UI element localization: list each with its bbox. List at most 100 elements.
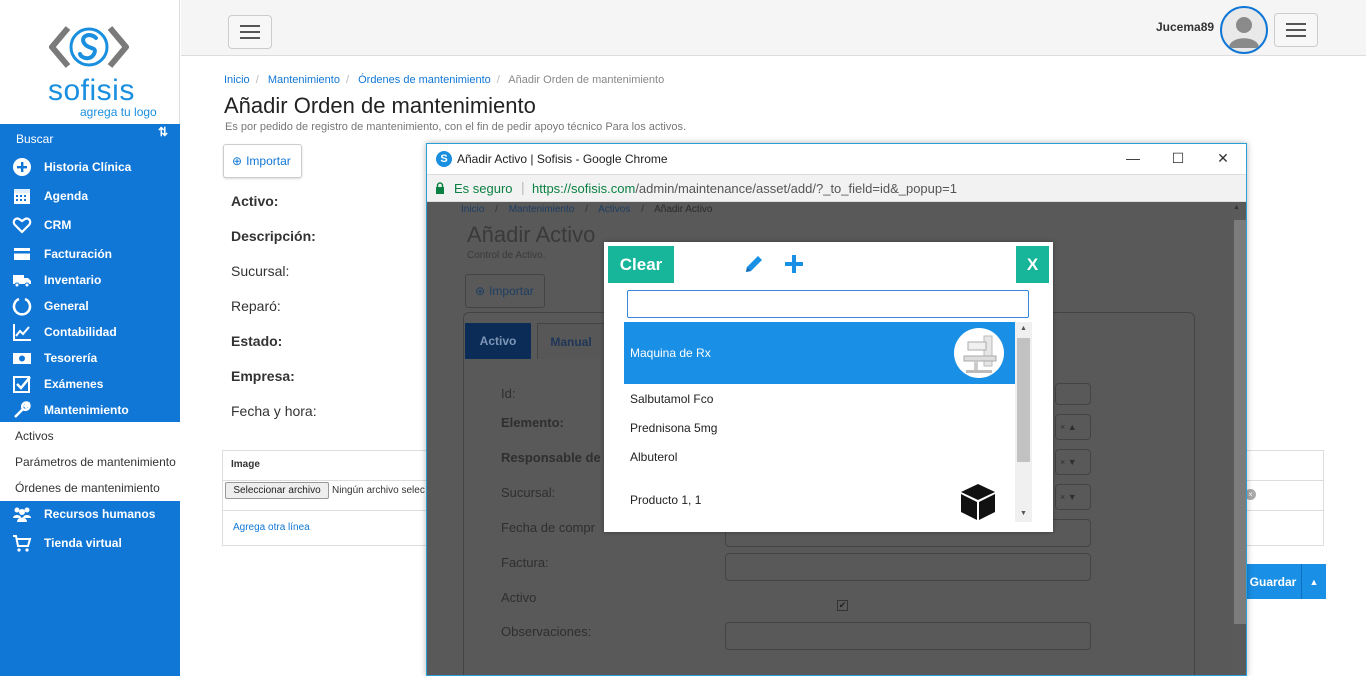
- field-label: Activo:: [231, 193, 279, 209]
- sidebar-item-label: Tienda virtual: [44, 536, 122, 550]
- popup-breadcrumb: Inicio / Mantenimiento / Activos / Añadi…: [461, 204, 713, 215]
- field-label: Reparó:: [231, 298, 281, 314]
- truck-icon: [0, 270, 44, 290]
- sidebar-item-tienda-virtual[interactable]: Tienda virtual: [0, 530, 180, 556]
- field-label: Sucursal:: [231, 263, 290, 279]
- list-item[interactable]: Albuterol: [624, 442, 1015, 471]
- sidebar-item-facturacion[interactable]: Facturación: [0, 241, 180, 267]
- popup-scrollbar-thumb[interactable]: [1234, 220, 1246, 624]
- sidebar-item-examenes[interactable]: Exámenes: [0, 371, 180, 397]
- avatar[interactable]: [1220, 6, 1268, 54]
- minimize-icon[interactable]: —: [1123, 150, 1143, 166]
- username[interactable]: Jucema89: [1156, 20, 1214, 34]
- sidebar-item-mantenimiento[interactable]: Mantenimiento: [0, 397, 180, 423]
- id-field[interactable]: [1055, 383, 1091, 405]
- menu-toggle-button[interactable]: [228, 15, 272, 49]
- logo[interactable]: sofisis agrega tu logo: [0, 0, 180, 124]
- circle-notch-icon: [0, 296, 44, 316]
- import-label: Importar: [246, 154, 291, 168]
- active-checkbox[interactable]: ✔: [837, 600, 848, 611]
- tab-activo[interactable]: Activo: [465, 323, 531, 359]
- breadcrumb-current: Añadir Activo: [654, 204, 713, 215]
- upload-icon: ⊕: [475, 284, 486, 298]
- sidebar-item-crm[interactable]: CRM: [0, 212, 180, 238]
- box-icon: [961, 484, 995, 520]
- sidebar-search[interactable]: Buscar: [16, 132, 53, 146]
- observations-field[interactable]: [725, 622, 1091, 650]
- options-menu-button[interactable]: [1274, 13, 1318, 47]
- branch-select[interactable]: × ▼: [1055, 484, 1091, 510]
- field-label: Elemento:: [501, 415, 564, 430]
- sidebar-item-label: CRM: [44, 218, 72, 232]
- selector-modal: Clear X Maquina de Rx Salbutamol Fco Pre…: [604, 242, 1053, 532]
- field-label: Responsable de: [501, 450, 601, 465]
- scroll-up-arrow-icon[interactable]: ▲: [1015, 325, 1032, 332]
- breadcrumb-link[interactable]: Órdenes de mantenimiento: [358, 74, 491, 86]
- popup-import-button[interactable]: ⊕ Importar: [465, 274, 545, 308]
- sidebar-item-historia-clinica[interactable]: Historia Clínica: [0, 154, 180, 180]
- save-options-button[interactable]: ▲: [1301, 564, 1326, 599]
- sidebar-item-contabilidad[interactable]: Contabilidad: [0, 319, 180, 345]
- submenu-item-ordenes[interactable]: Órdenes de mantenimiento: [0, 475, 180, 501]
- field-label: Fecha y hora:: [231, 403, 317, 419]
- sidebar-item-label: Agenda: [44, 189, 89, 203]
- plus-icon[interactable]: [782, 252, 806, 276]
- save-button[interactable]: Guardar: [1245, 564, 1301, 599]
- responsible-select[interactable]: × ▼: [1055, 449, 1091, 475]
- close-modal-button[interactable]: X: [1016, 246, 1049, 283]
- selector-scrollbar-thumb[interactable]: [1017, 338, 1030, 462]
- breadcrumb-link[interactable]: Mantenimiento: [509, 204, 575, 215]
- breadcrumb-link[interactable]: Mantenimiento: [268, 74, 340, 86]
- selector-search-input[interactable]: [627, 290, 1029, 318]
- file-status: Ningún archivo selec: [332, 485, 425, 496]
- popup-page-subtitle: Control de Activo.: [467, 250, 546, 261]
- list-item[interactable]: Salbutamol Fco: [624, 384, 1015, 413]
- sidebar-item-label: Exámenes: [44, 377, 104, 391]
- cart-icon: [0, 533, 44, 553]
- import-button[interactable]: ⊕ Importar: [223, 144, 302, 178]
- list-item[interactable]: Prednisona 5mg: [624, 413, 1015, 442]
- scroll-up-arrow-icon[interactable]: ▲: [1233, 204, 1240, 211]
- pencil-icon[interactable]: [742, 252, 766, 276]
- user-avatar-icon: [1229, 17, 1259, 48]
- clear-button[interactable]: Clear: [608, 246, 674, 283]
- sidebar-item-general[interactable]: General: [0, 293, 180, 319]
- users-icon: [0, 504, 44, 524]
- address-bar[interactable]: Es seguro | https://sofisis.com/admin/ma…: [427, 174, 1246, 202]
- sidebar-item-label: Tesorería: [44, 351, 98, 365]
- logo-tagline: agrega tu logo: [80, 105, 157, 119]
- money-icon: [0, 348, 44, 368]
- field-label: Empresa:: [231, 368, 295, 384]
- element-select[interactable]: × ▲: [1055, 414, 1091, 440]
- field-label: Estado:: [231, 333, 283, 349]
- sidebar-item-agenda[interactable]: Agenda: [0, 183, 180, 209]
- breadcrumb-link[interactable]: Activos: [598, 204, 630, 215]
- file-select-button[interactable]: Seleccionar archivo: [225, 482, 329, 499]
- sidebar-item-label: Recursos humanos: [44, 507, 156, 521]
- sidebar-item-recursos-humanos[interactable]: Recursos humanos: [0, 501, 180, 527]
- scroll-down-arrow-icon[interactable]: ▼: [1015, 510, 1032, 517]
- tab-manual[interactable]: Manual: [537, 323, 605, 359]
- close-window-icon[interactable]: ✕: [1213, 150, 1233, 167]
- url-host: https://sofisis.com: [532, 181, 636, 196]
- sofisis-favicon-icon: S: [436, 151, 452, 167]
- submenu-item-activos[interactable]: Activos: [0, 423, 180, 449]
- secure-label: Es seguro: [454, 181, 513, 196]
- logo-text: sofisis: [48, 74, 135, 107]
- sidebar-item-tesoreria[interactable]: Tesorería: [0, 345, 180, 371]
- popup-titlebar: S Añadir Activo | Sofisis - Google Chrom…: [427, 144, 1246, 174]
- url-text: https://sofisis.com/admin/maintenance/as…: [532, 181, 957, 196]
- submenu-item-parametros[interactable]: Parámetros de mantenimiento: [0, 449, 180, 475]
- sidebar-item-label: Facturación: [44, 247, 113, 261]
- add-line-link[interactable]: Agrega otra línea: [233, 522, 310, 533]
- sidebar-item-label: Contabilidad: [44, 325, 117, 339]
- breadcrumb-link[interactable]: Inicio: [224, 74, 250, 86]
- image-column-header: Image: [231, 459, 260, 470]
- sidebar-item-label: Mantenimiento: [44, 403, 129, 417]
- breadcrumb-link[interactable]: Inicio: [461, 204, 484, 215]
- sidebar-item-inventario[interactable]: Inventario: [0, 267, 180, 293]
- maximize-icon[interactable]: ☐: [1168, 150, 1188, 167]
- invoice-field[interactable]: [725, 553, 1091, 581]
- sort-icon[interactable]: ⇅: [158, 125, 168, 139]
- list-item[interactable]: Producto 1, 1: [624, 471, 1015, 522]
